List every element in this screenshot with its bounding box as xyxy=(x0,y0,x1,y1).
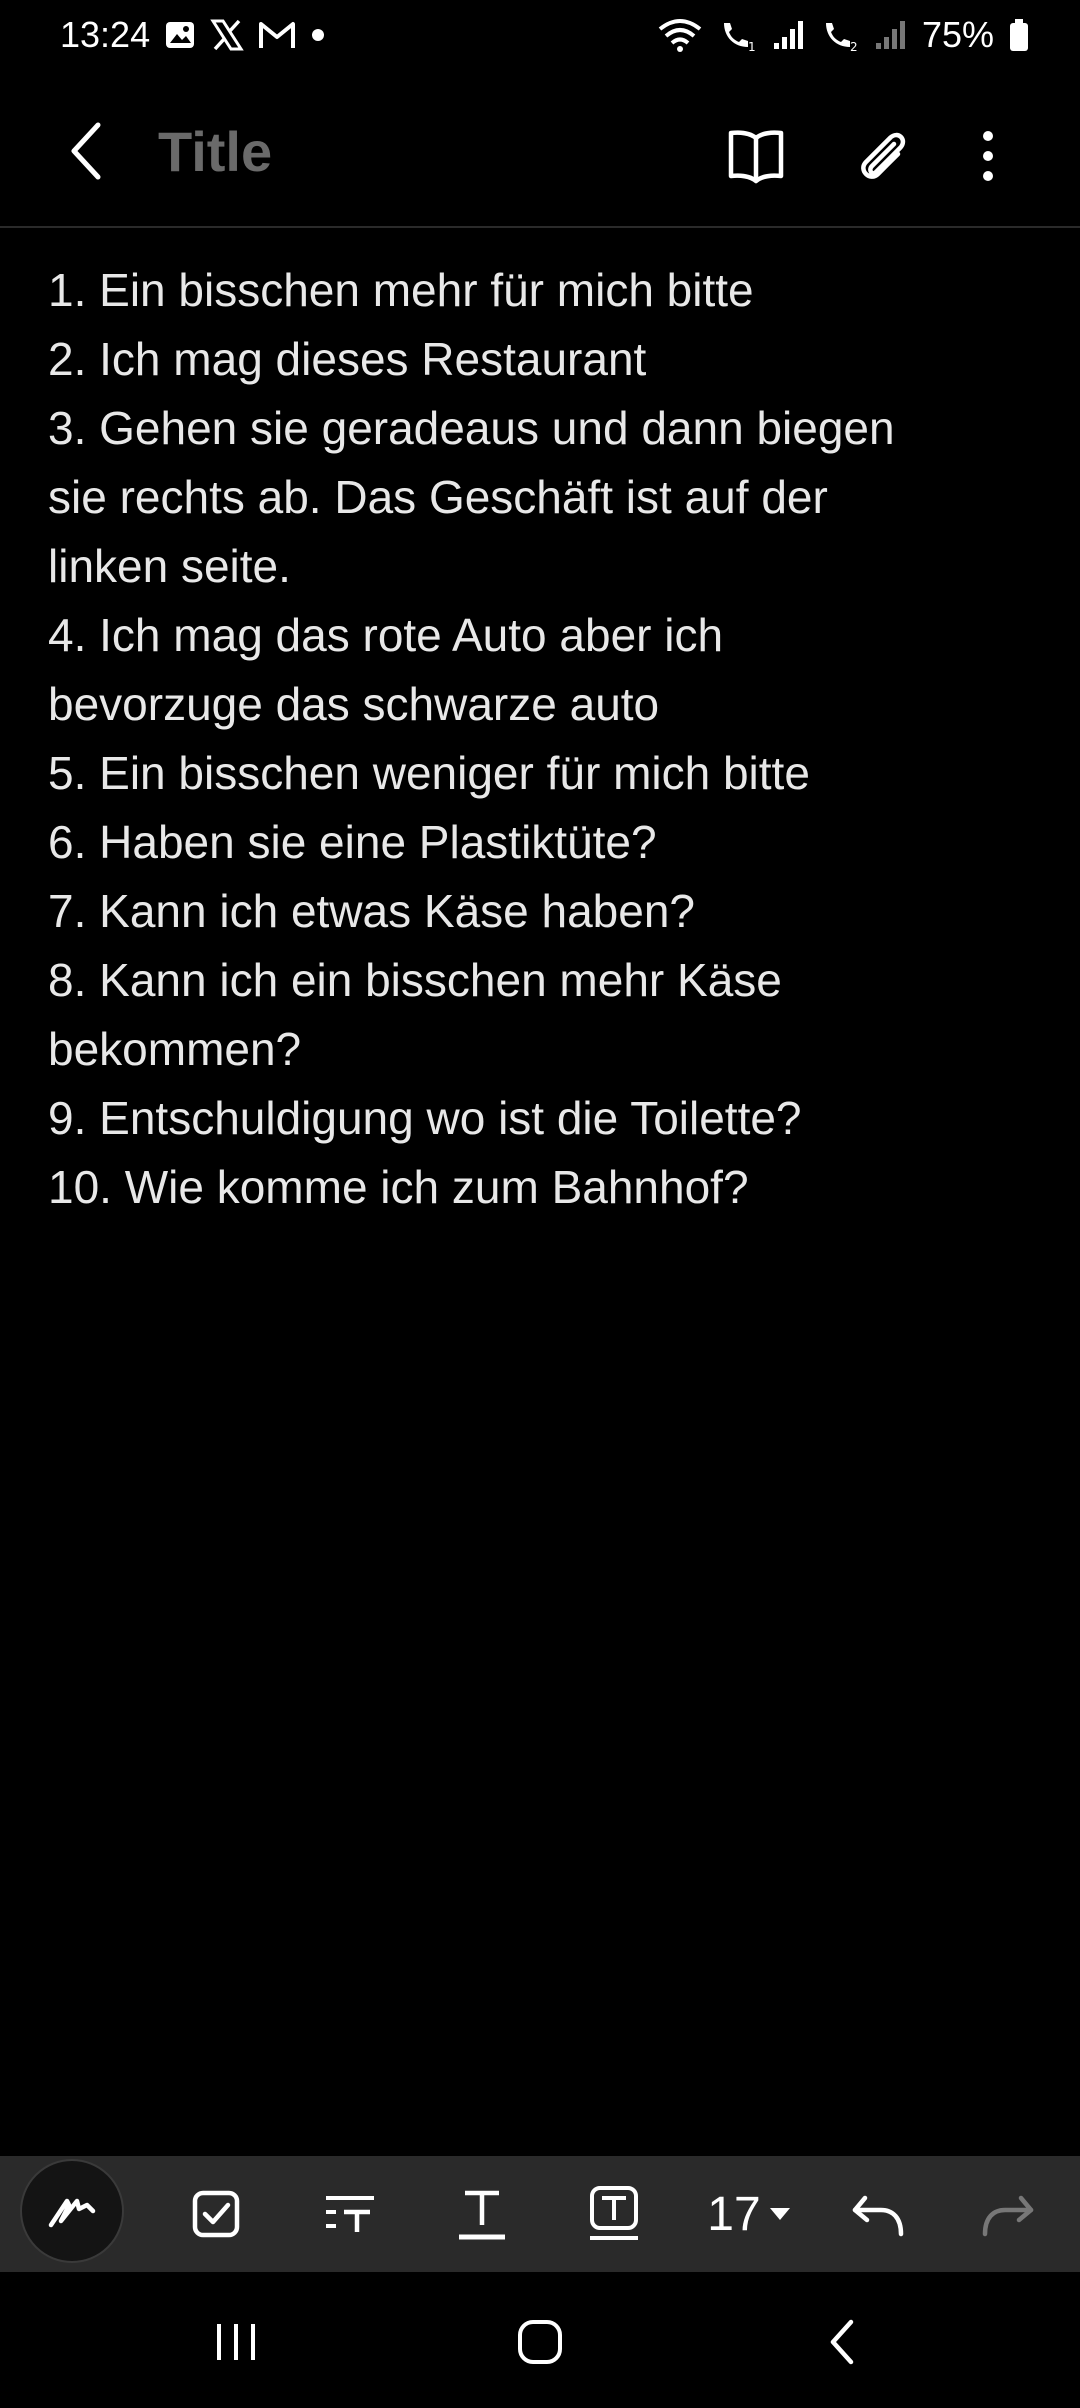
gallery-icon xyxy=(164,19,196,51)
status-right: 1 2 75% xyxy=(656,14,1030,56)
system-back-button[interactable] xyxy=(782,2302,902,2382)
checkbox-button[interactable] xyxy=(176,2164,256,2264)
note-line: sie rechts ab. Das Geschäft ist auf der xyxy=(48,471,828,523)
app-bar xyxy=(0,80,1080,220)
signal-sim1-icon xyxy=(772,19,806,51)
back-arrow-icon xyxy=(830,2319,854,2365)
more-options-button[interactable] xyxy=(948,116,1028,196)
note-line: bekommen? xyxy=(48,1023,302,1075)
status-bar: 13:24 1 2 75% xyxy=(0,0,1080,70)
note-line: linken seite. xyxy=(48,540,291,592)
text-format-button[interactable] xyxy=(440,2164,524,2264)
font-size-value: 17 xyxy=(707,2187,761,2241)
svg-text:2: 2 xyxy=(850,40,858,53)
undo-button[interactable] xyxy=(836,2164,920,2264)
status-left: 13:24 xyxy=(60,14,326,56)
note-line: 6. Haben sie eine Plastiktüte? xyxy=(48,816,657,868)
battery-icon xyxy=(1008,18,1030,52)
undo-icon xyxy=(852,2195,904,2237)
paragraph-style-button[interactable] xyxy=(308,2164,392,2264)
book-icon xyxy=(728,130,784,184)
note-line: 2. Ich mag dieses Restaurant xyxy=(48,333,647,385)
wifi-calling-sim2-icon: 2 xyxy=(820,17,860,53)
home-icon xyxy=(518,2320,562,2364)
note-line: 10. Wie komme ich zum Bahnhof? xyxy=(48,1161,749,1213)
wifi-calling-sim1-icon: 1 xyxy=(718,17,758,53)
caret-down-icon xyxy=(769,2208,790,2220)
note-line: 1. Ein bisschen mehr für mich bitte xyxy=(48,264,754,316)
chevron-left-icon xyxy=(71,122,101,180)
pen-scribble-icon xyxy=(48,2198,96,2228)
battery-percent: 75% xyxy=(921,14,994,55)
paperclip-icon xyxy=(861,132,906,179)
note-line: 8. Kann ich ein bisschen mehr Käse xyxy=(48,954,782,1006)
attach-button[interactable] xyxy=(842,116,922,196)
header-divider xyxy=(0,226,1080,228)
handwriting-button[interactable] xyxy=(20,2159,124,2263)
text-style-icon xyxy=(326,2196,374,2232)
reading-mode-button[interactable] xyxy=(716,116,796,196)
recent-apps-button[interactable] xyxy=(176,2302,296,2382)
redo-button[interactable] xyxy=(966,2164,1050,2264)
svg-text:1: 1 xyxy=(748,40,756,53)
note-line: 7. Kann ich etwas Käse haben? xyxy=(48,885,696,937)
font-size-dropdown[interactable]: 17 xyxy=(694,2164,804,2264)
wifi-icon xyxy=(656,17,704,53)
note-body[interactable]: 1. Ein bisschen mehr für mich bitte 2. I… xyxy=(48,256,1038,1222)
more-vertical-icon xyxy=(983,131,993,181)
title-input[interactable] xyxy=(158,110,658,192)
signal-sim2-icon xyxy=(874,19,908,51)
redo-icon xyxy=(982,2195,1034,2237)
dot-icon xyxy=(310,27,326,43)
note-line: 9. Entschuldigung wo ist die Toilette? xyxy=(48,1092,802,1144)
formatting-toolbar: 17 xyxy=(0,2156,1080,2272)
note-line: 3. Gehen sie geradeaus und dann biegen xyxy=(48,402,895,454)
note-line: bevorzuge das schwarze auto xyxy=(48,678,660,730)
x-icon xyxy=(210,19,244,51)
text-box-icon xyxy=(590,2186,638,2240)
note-line: 4. Ich mag das rote Auto aber ich xyxy=(48,609,724,661)
back-button[interactable] xyxy=(56,116,116,186)
checkbox-icon xyxy=(192,2190,240,2238)
home-button[interactable] xyxy=(480,2302,600,2382)
status-time: 13:24 xyxy=(60,14,151,55)
gmail-icon xyxy=(258,20,296,50)
text-format-icon xyxy=(459,2190,505,2240)
recent-apps-icon xyxy=(217,2324,255,2360)
note-line: 5. Ein bisschen weniger für mich bitte xyxy=(48,747,810,799)
text-color-button[interactable] xyxy=(572,2164,656,2264)
system-nav-bar xyxy=(0,2272,1080,2408)
